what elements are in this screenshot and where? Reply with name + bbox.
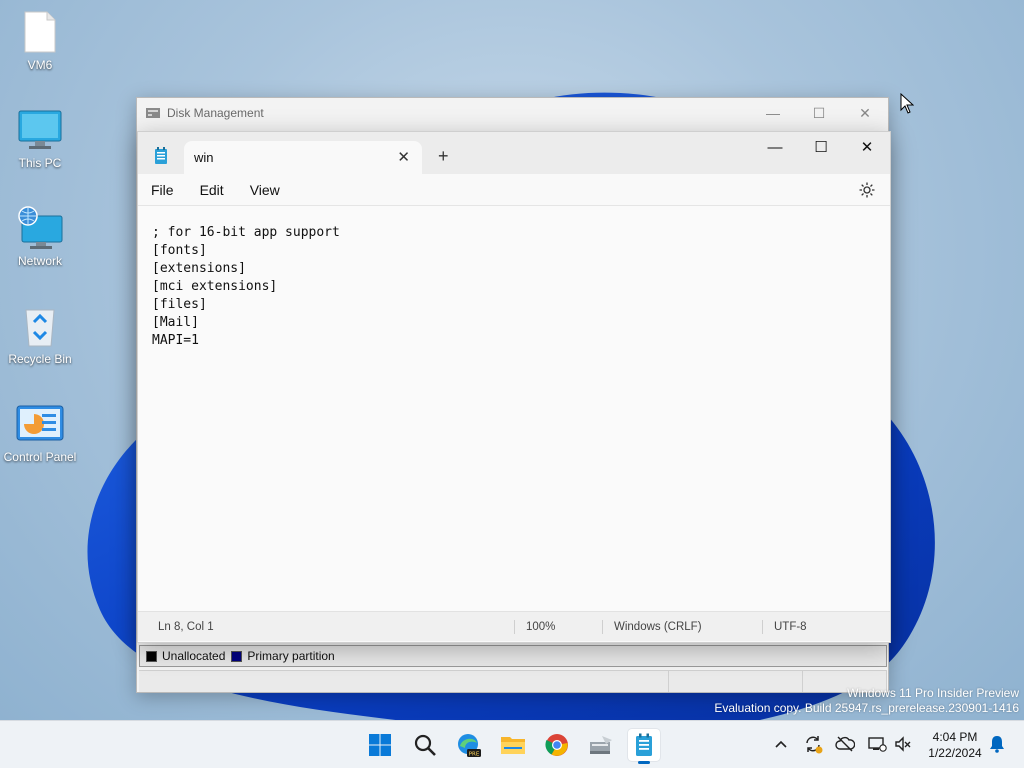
- taskbar: PRE 4:04 PM 1/22/2024: [0, 720, 1024, 768]
- notepad-menubar: File Edit View: [138, 174, 890, 206]
- minimize-button[interactable]: —: [750, 98, 796, 128]
- desktop-icon-vm6[interactable]: VM6: [0, 8, 80, 72]
- edge-preview-icon[interactable]: PRE: [453, 729, 485, 761]
- editor-line: [files]: [152, 297, 207, 312]
- disk-management-title: Disk Management: [167, 106, 264, 120]
- maximize-button[interactable]: ☐: [796, 98, 842, 128]
- disk-management-icon: [146, 108, 160, 118]
- file-icon: [16, 8, 64, 56]
- close-button[interactable]: ✕: [842, 98, 888, 128]
- watermark-line-2: Evaluation copy. Build 25947.rs_prerelea…: [714, 701, 1019, 715]
- file-explorer-icon[interactable]: [497, 729, 529, 761]
- primary-partition-swatch: [231, 650, 243, 662]
- network-status-icon[interactable]: [866, 733, 888, 755]
- clock-date: 1/22/2024: [928, 746, 982, 760]
- watermark-line-1: Windows 11 Pro Insider Preview: [847, 686, 1019, 700]
- evaluation-watermark: Windows 11 Pro Insider Preview Evaluatio…: [714, 686, 1019, 716]
- disk-legend: Unallocated Primary partition: [139, 645, 887, 667]
- menu-file[interactable]: File: [144, 178, 181, 202]
- cursor-position: Ln 8, Col 1: [158, 621, 214, 633]
- editor-line: [mci extensions]: [152, 279, 278, 294]
- unallocated-swatch: [146, 650, 157, 662]
- text-editor[interactable]: ; for 16-bit app support [fonts] [extens…: [138, 206, 890, 611]
- notepad-tabbar[interactable]: win ✕ + — ☐ ✕: [138, 132, 890, 174]
- search-icon[interactable]: [409, 729, 441, 761]
- chevron-up-icon[interactable]: [770, 733, 792, 755]
- editor-line: [Mail]: [152, 315, 199, 330]
- chrome-icon[interactable]: [541, 729, 573, 761]
- desktop-icon-label: VM6: [27, 58, 53, 72]
- minimize-button[interactable]: —: [752, 132, 798, 162]
- tab-title: win: [194, 150, 214, 165]
- encoding: UTF-8: [774, 621, 807, 633]
- network-icon: [16, 204, 64, 252]
- menu-view[interactable]: View: [243, 178, 287, 202]
- desktop-icon-label: Control Panel: [3, 450, 77, 464]
- desktop-icon-this-pc[interactable]: This PC: [0, 106, 80, 170]
- notepad-statusbar: Ln 8, Col 1 100% Windows (CRLF) UTF-8: [138, 611, 890, 641]
- sync-icon[interactable]: [802, 733, 824, 755]
- disk-management-icon[interactable]: [585, 729, 617, 761]
- new-tab-button[interactable]: +: [438, 146, 449, 167]
- tab-win[interactable]: win ✕: [184, 141, 422, 174]
- cloud-offline-icon[interactable]: [834, 733, 856, 755]
- volume-muted-icon[interactable]: [892, 733, 914, 755]
- legend-unallocated-label: Unallocated: [162, 649, 226, 663]
- editor-line: MAPI=1: [152, 333, 199, 348]
- editor-line: [fonts]: [152, 243, 207, 258]
- notepad-icon: [636, 733, 652, 756]
- editor-line: [extensions]: [152, 261, 246, 276]
- notification-bell-icon[interactable]: [986, 733, 1008, 755]
- taskbar-clock[interactable]: 4:04 PM 1/22/2024: [920, 729, 990, 761]
- maximize-button[interactable]: ☐: [798, 132, 844, 162]
- desktop-icon-label: Recycle Bin: [8, 352, 72, 366]
- legend-primary-label: Primary partition: [247, 649, 335, 663]
- desktop-icon-network[interactable]: Network: [0, 204, 80, 268]
- close-tab-icon[interactable]: ✕: [397, 148, 410, 166]
- settings-gear-icon[interactable]: [858, 181, 876, 199]
- notepad-window[interactable]: win ✕ + — ☐ ✕ File Edit View ; for 16-bi…: [137, 131, 891, 643]
- desktop-icon-control-panel[interactable]: Control Panel: [0, 400, 80, 464]
- clock-time: 4:04 PM: [932, 730, 978, 744]
- editor-line: ; for 16-bit app support: [152, 225, 340, 240]
- close-button[interactable]: ✕: [844, 132, 890, 162]
- monitor-icon: [16, 106, 64, 154]
- notepad-app-icon: [155, 147, 167, 164]
- control-panel-icon: [16, 400, 64, 448]
- active-app-indicator: [638, 761, 650, 764]
- line-ending: Windows (CRLF): [614, 621, 702, 633]
- menu-edit[interactable]: Edit: [193, 178, 231, 202]
- zoom-level: 100%: [526, 621, 556, 633]
- notepad-taskbar-icon[interactable]: [628, 729, 660, 764]
- desktop-icon-label: Network: [17, 254, 62, 268]
- mouse-cursor-icon: [900, 93, 914, 114]
- svg-text:PRE: PRE: [469, 751, 480, 757]
- desktop-icon-recycle-bin[interactable]: Recycle Bin: [0, 302, 80, 366]
- desktop-icon-label: This PC: [18, 156, 62, 170]
- start-icon[interactable]: [364, 729, 396, 761]
- recycle-bin-icon: [16, 302, 64, 350]
